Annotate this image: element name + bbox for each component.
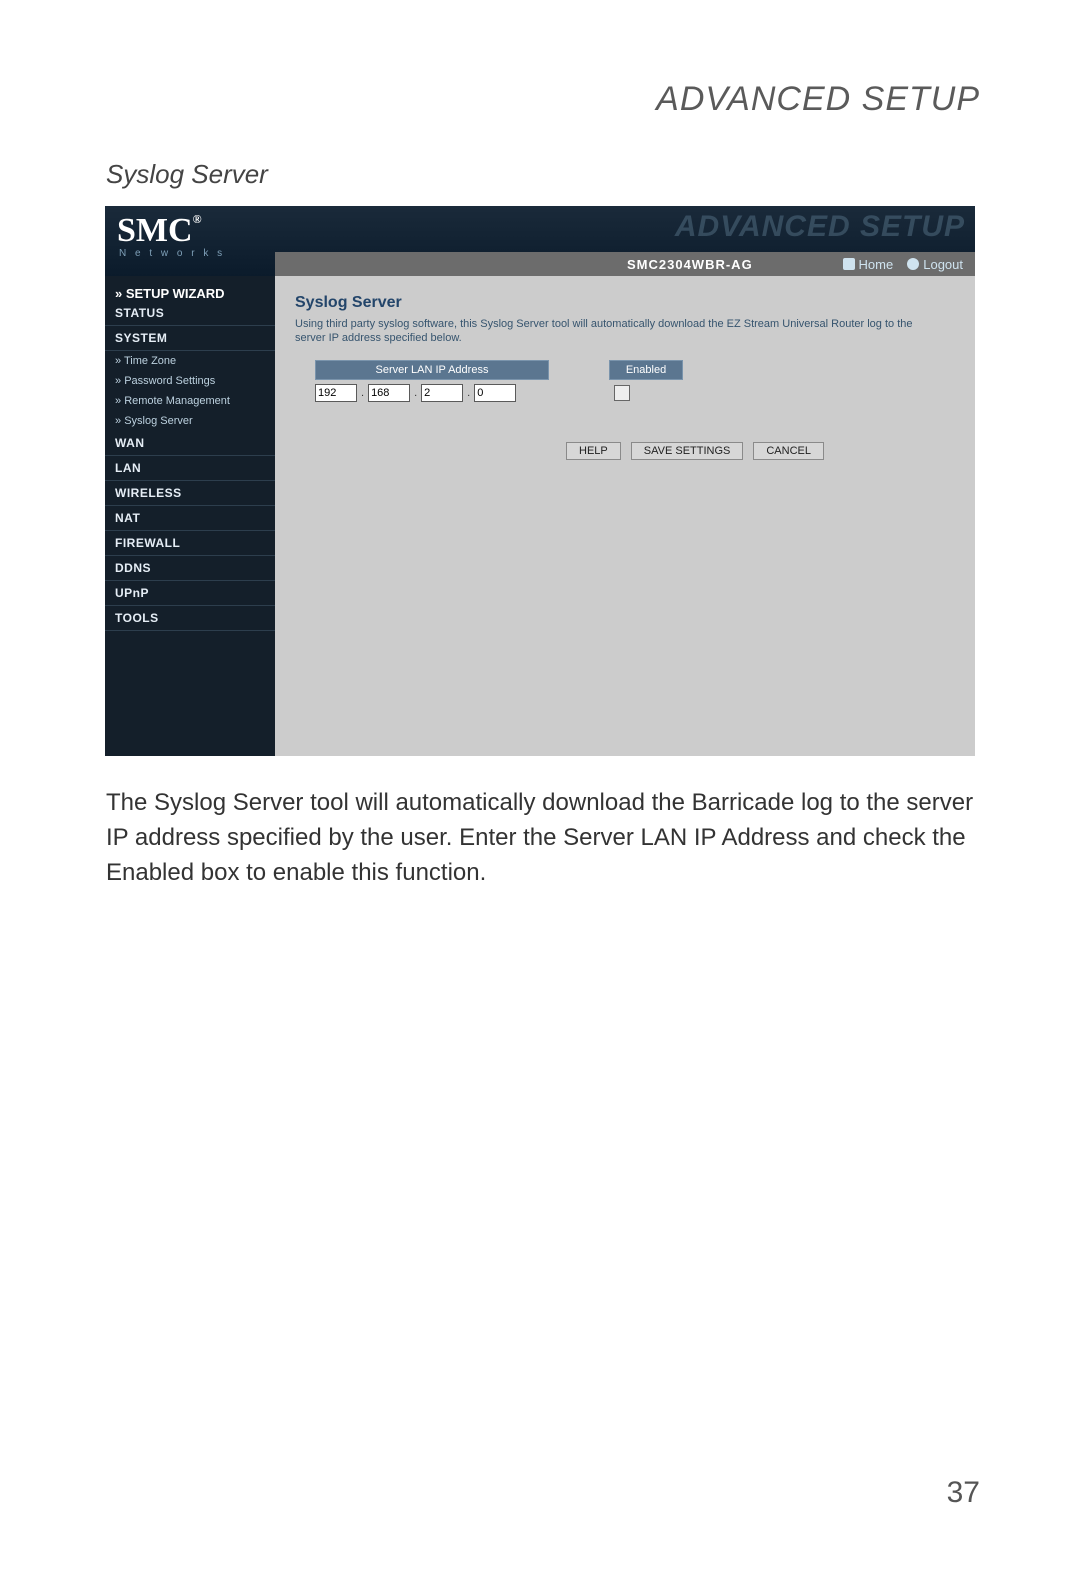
ip-octet-3[interactable] [421, 384, 463, 402]
sidebar-item-wireless[interactable]: WIRELESS [105, 481, 275, 506]
sidebar-sub-remote-management[interactable]: Remote Management [105, 391, 275, 411]
ip-octet-1[interactable] [315, 384, 357, 402]
home-icon [843, 258, 855, 270]
ip-header-row: Server LAN IP Address Enabled [315, 360, 955, 380]
sidebar-item-firewall[interactable]: FIREWALL [105, 531, 275, 556]
enabled-checkbox[interactable] [614, 385, 630, 401]
cancel-button[interactable]: CANCEL [753, 442, 824, 460]
sidebar-sub-password-settings[interactable]: Password Settings [105, 371, 275, 391]
smc-logo: SMC® [117, 212, 202, 250]
banner-watermark: ADVANCED SETUP [675, 210, 965, 244]
ip-dot: . [361, 387, 364, 399]
router-screenshot: SMC® N e t w o r k s ADVANCED SETUP SMC2… [105, 206, 975, 756]
ip-dot: . [467, 387, 470, 399]
ip-octet-2[interactable] [368, 384, 410, 402]
sidebar-item-lan[interactable]: LAN [105, 456, 275, 481]
body-copy: The Syslog Server tool will automaticall… [106, 786, 974, 890]
home-link[interactable]: Home [843, 257, 894, 272]
logout-link[interactable]: Logout [907, 257, 963, 272]
sidebar-item-nat[interactable]: NAT [105, 506, 275, 531]
model-number: SMC2304WBR-AG [627, 257, 753, 272]
ip-value-row: . . . [315, 384, 955, 402]
sidebar-sub-timezone[interactable]: Time Zone [105, 351, 275, 371]
sidebar-item-ddns[interactable]: DDNS [105, 556, 275, 581]
section-title: Syslog Server [106, 159, 980, 190]
sidebar: SETUP WIZARD STATUS SYSTEM Time Zone Pas… [105, 276, 275, 756]
sidebar-item-upnp[interactable]: UPnP [105, 581, 275, 606]
page-number: 37 [947, 1476, 980, 1510]
logout-link-label: Logout [923, 257, 963, 272]
page-header: ADVANCED SETUP [100, 80, 980, 119]
sidebar-item-system[interactable]: SYSTEM [105, 326, 275, 351]
sidebar-item-wan[interactable]: WAN [105, 431, 275, 456]
header-server-lan-ip: Server LAN IP Address [315, 360, 549, 380]
logout-icon [907, 258, 919, 270]
ip-octet-4[interactable] [474, 384, 516, 402]
content-title: Syslog Server [295, 294, 955, 312]
banner-bottom-bar: SMC2304WBR-AG Home Logout [275, 252, 975, 276]
ip-dot: . [414, 387, 417, 399]
save-settings-button[interactable]: SAVE SETTINGS [631, 442, 744, 460]
sidebar-setup-wizard[interactable]: SETUP WIZARD [105, 280, 235, 309]
sidebar-sub-syslog-server[interactable]: Syslog Server [105, 411, 275, 431]
banner: SMC® N e t w o r k s ADVANCED SETUP SMC2… [105, 206, 975, 276]
logo-reg: ® [193, 212, 202, 226]
content-description: Using third party syslog software, this … [295, 318, 915, 346]
sidebar-item-tools[interactable]: TOOLS [105, 606, 275, 631]
content-panel: Syslog Server Using third party syslog s… [275, 276, 975, 756]
logo-text: SMC [117, 212, 193, 249]
header-enabled: Enabled [609, 360, 683, 380]
home-link-label: Home [859, 257, 894, 272]
logo-subtext: N e t w o r k s [119, 248, 225, 259]
help-button[interactable]: HELP [566, 442, 621, 460]
button-row: HELP SAVE SETTINGS CANCEL [435, 442, 955, 460]
